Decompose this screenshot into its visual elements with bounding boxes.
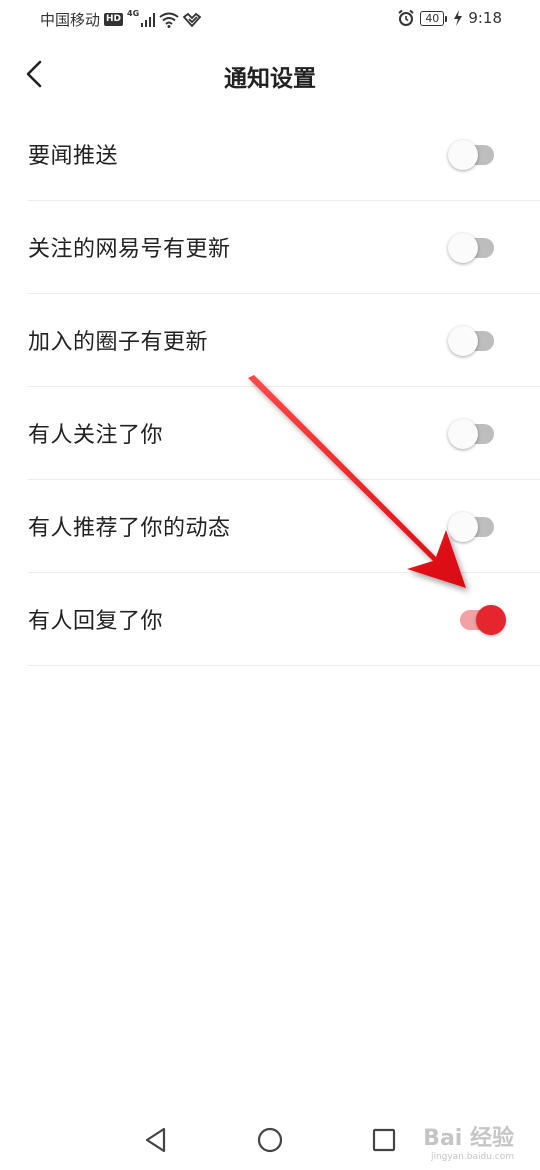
home-circle-icon <box>257 1127 283 1153</box>
nav-recents-button[interactable] <box>368 1124 400 1156</box>
nav-back-button[interactable] <box>140 1124 172 1156</box>
setting-label: 有人关注了你 <box>28 423 164 448</box>
recents-square-icon <box>372 1128 396 1152</box>
status-bar: 中国移动 HD 4G 40 9:18 <box>0 0 540 38</box>
setting-label: 加入的圈子有更新 <box>28 330 209 355</box>
setting-label: 关注的网易号有更新 <box>28 237 231 262</box>
post-recommended-toggle[interactable] <box>446 512 508 542</box>
toggle-knob <box>448 140 478 170</box>
clock-time: 9:18 <box>468 9 502 27</box>
charging-icon <box>454 10 463 26</box>
carrier-name: 中国移动 <box>40 11 101 29</box>
joined-circle-update-toggle[interactable] <box>446 326 508 356</box>
toggle-knob <box>448 233 478 263</box>
setting-label: 要闻推送 <box>28 144 119 169</box>
back-triangle-icon <box>145 1127 166 1153</box>
setting-row-followed-account-update: 关注的网易号有更新 <box>28 201 540 294</box>
setting-row-new-follower: 有人关注了你 <box>28 387 540 480</box>
battery-indicator: 40 <box>420 10 448 26</box>
news-push-toggle[interactable] <box>446 140 508 170</box>
setting-label: 有人推荐了你的动态 <box>28 516 231 541</box>
setting-row-reply-received: 有人回复了你 <box>28 573 540 666</box>
toggle-knob <box>448 326 478 356</box>
baidu-watermark: Bai 经验 jingyan.baidu.com <box>423 1120 514 1162</box>
hd-badge: HD <box>104 13 124 26</box>
watermark-sub: jingyan.baidu.com <box>430 1152 514 1162</box>
toggle-knob <box>448 419 478 449</box>
status-right: 40 9:18 <box>397 9 502 27</box>
status-left: 中国移动 HD 4G <box>40 9 202 30</box>
reply-received-toggle[interactable] <box>446 605 508 635</box>
setting-label: 有人回复了你 <box>28 609 164 634</box>
toggle-knob <box>448 512 478 542</box>
alarm-icon <box>398 9 414 26</box>
signal-icon <box>141 12 156 27</box>
nav-home-button[interactable] <box>254 1124 286 1156</box>
setting-row-joined-circle-update: 加入的圈子有更新 <box>28 294 540 387</box>
settings-list: 要闻推送 关注的网易号有更新 加入的圈子有更新 有人关注了你 有人推荐了你的动态 <box>28 108 540 666</box>
toggle-knob <box>476 605 506 635</box>
watermark-text: Bai 经验 <box>423 1126 514 1151</box>
data-saver-icon <box>183 12 202 27</box>
setting-row-post-recommended: 有人推荐了你的动态 <box>28 480 540 573</box>
new-follower-toggle[interactable] <box>446 419 508 449</box>
header: 通知设置 <box>0 44 540 104</box>
wifi-icon <box>159 12 179 28</box>
page-title: 通知设置 <box>224 66 316 92</box>
followed-account-update-toggle[interactable] <box>446 233 508 263</box>
network-type: 4G <box>127 9 140 18</box>
setting-row-news-push: 要闻推送 <box>28 108 540 201</box>
